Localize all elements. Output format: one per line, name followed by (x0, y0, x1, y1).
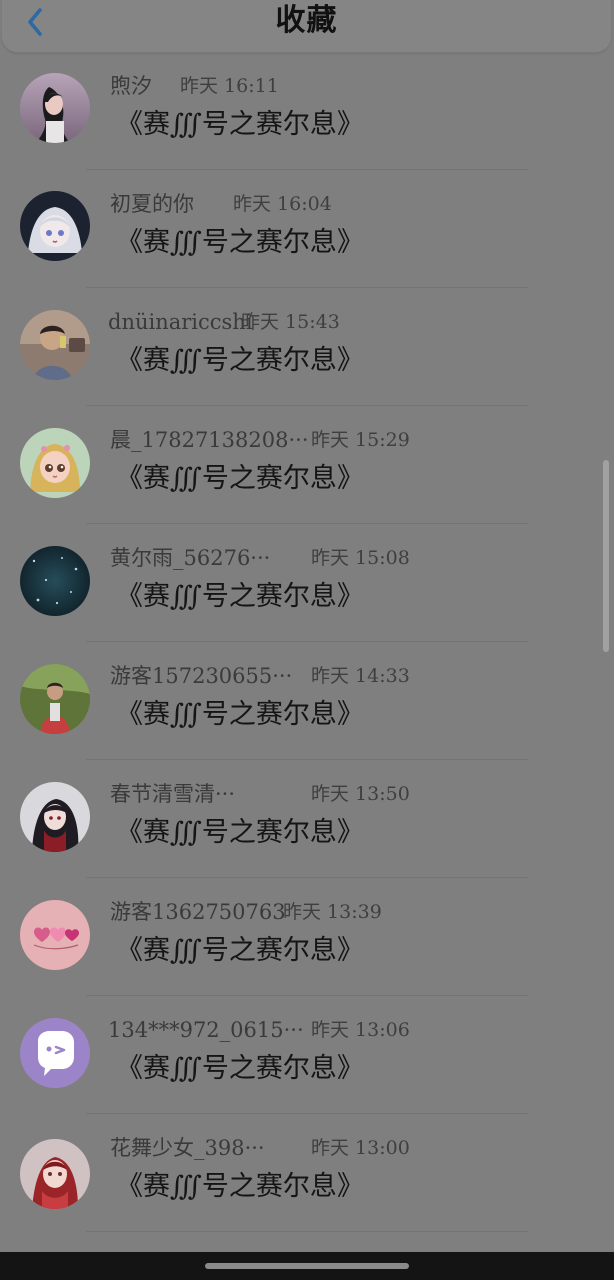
chat-bubble-avatar-icon (20, 1018, 90, 1088)
page-title: 收藏 (275, 3, 338, 38)
message-text: 《赛∭号之赛尔息》 (116, 1053, 364, 1084)
timestamp: 昨天 15:29 (311, 429, 410, 451)
item-meta: 煦汐 昨天 16:11 (110, 72, 279, 100)
message-text: 《赛∭号之赛尔息》 (116, 109, 364, 140)
timestamp: 昨天 15:08 (311, 547, 410, 569)
item-meta: 游客1362750763 昨天 13:39 (110, 898, 382, 926)
list-item[interactable]: 游客1362750763 昨天 13:39 《赛∭号之赛尔息》 (0, 878, 614, 996)
avatar[interactable] (20, 900, 90, 970)
top-nav-bar: 收藏 (2, 0, 611, 53)
username: 游客157230655··· (110, 664, 293, 688)
avatar[interactable] (20, 1018, 90, 1088)
avatar[interactable] (20, 782, 90, 852)
message-text: 《赛∭号之赛尔息》 (116, 581, 364, 612)
home-indicator[interactable] (205, 1263, 409, 1269)
message-text: 《赛∭号之赛尔息》 (116, 227, 364, 258)
red-anime-avatar-icon (20, 1139, 90, 1209)
item-meta: 春节清雪清··· 昨天 13:50 (110, 780, 410, 808)
username: dnüinariccshi (108, 310, 253, 334)
message-text: 《赛∭号之赛尔息》 (116, 345, 364, 376)
username: 晨_17827138208··· (110, 428, 309, 452)
username: 初夏的你 (110, 192, 194, 216)
timestamp: 昨天 13:00 (311, 1137, 410, 1159)
item-meta: 游客157230655··· 昨天 14:33 (110, 662, 410, 690)
hearts-avatar-icon (20, 900, 90, 970)
item-meta: 花舞少女_398··· 昨天 13:00 (110, 1134, 410, 1162)
timestamp: 昨天 13:50 (311, 783, 410, 805)
list-item[interactable]: 游客157230655··· 昨天 14:33 《赛∭号之赛尔息》 (0, 642, 614, 760)
timestamp: 昨天 16:04 (233, 193, 332, 215)
divider (86, 1231, 528, 1232)
list-item[interactable]: 晨_17827138208··· 昨天 15:29 《赛∭号之赛尔息》 (0, 406, 614, 524)
list-item[interactable]: 初夏的你 昨天 16:04 《赛∭号之赛尔息》 (0, 170, 614, 288)
avatar[interactable] (20, 191, 90, 261)
item-meta: 晨_17827138208··· 昨天 15:29 (110, 426, 410, 454)
list-item[interactable]: dnüinariccshi 昨天 15:43 《赛∭号之赛尔息》 (0, 288, 614, 406)
avatar[interactable] (20, 1139, 90, 1209)
avatar[interactable] (20, 73, 90, 143)
outdoor-avatar-icon (20, 664, 90, 734)
anime-girl-avatar-icon (20, 191, 90, 261)
timestamp: 昨天 16:11 (180, 75, 279, 97)
boy-avatar-icon (20, 310, 90, 380)
username: 花舞少女_398··· (110, 1136, 265, 1160)
item-meta: dnüinariccshi 昨天 15:43 (108, 308, 340, 336)
list-item[interactable]: 春节清雪清··· 昨天 13:50 《赛∭号之赛尔息》 (0, 760, 614, 878)
item-meta: 初夏的你 昨天 16:04 (110, 190, 332, 218)
vertical-scrollbar[interactable] (603, 460, 609, 652)
message-text: 《赛∭号之赛尔息》 (116, 935, 364, 966)
avatar[interactable] (20, 310, 90, 380)
avatar[interactable] (20, 428, 90, 498)
avatar[interactable] (20, 664, 90, 734)
message-text: 《赛∭号之赛尔息》 (116, 699, 364, 730)
timestamp: 昨天 14:33 (311, 665, 410, 687)
message-text: 《赛∭号之赛尔息》 (116, 463, 364, 494)
username: 游客1362750763 (110, 900, 286, 924)
item-meta: 黄尔雨_56276··· 昨天 15:08 (110, 544, 410, 572)
username: 134***972_0615··· (108, 1018, 304, 1042)
avatar[interactable] (20, 546, 90, 616)
list-item[interactable]: 煦汐 昨天 16:11 《赛∭号之赛尔息》 (0, 52, 614, 170)
girl-avatar-icon (20, 73, 90, 143)
message-text: 《赛∭号之赛尔息》 (116, 817, 364, 848)
timestamp: 昨天 13:06 (311, 1019, 410, 1041)
night-sky-avatar-icon (20, 546, 90, 616)
username: 春节清雪清··· (110, 782, 236, 806)
username: 黄尔雨_56276··· (110, 546, 271, 570)
list-item[interactable]: 花舞少女_398··· 昨天 13:00 《赛∭号之赛尔息》 (0, 1114, 614, 1232)
list-item[interactable]: 134***972_0615··· 昨天 13:06 《赛∭号之赛尔息》 (0, 996, 614, 1114)
timestamp: 昨天 15:43 (241, 311, 340, 333)
game-character-avatar-icon (20, 782, 90, 852)
item-meta: 134***972_0615··· 昨天 13:06 (108, 1016, 410, 1044)
list-item[interactable]: 黄尔雨_56276··· 昨天 15:08 《赛∭号之赛尔息》 (0, 524, 614, 642)
timestamp: 昨天 13:39 (283, 901, 382, 923)
system-navigation-bar (0, 1252, 614, 1280)
cartoon-girl-avatar-icon (20, 428, 90, 498)
message-text: 《赛∭号之赛尔息》 (116, 1171, 364, 1202)
username: 煦汐 (110, 74, 152, 98)
